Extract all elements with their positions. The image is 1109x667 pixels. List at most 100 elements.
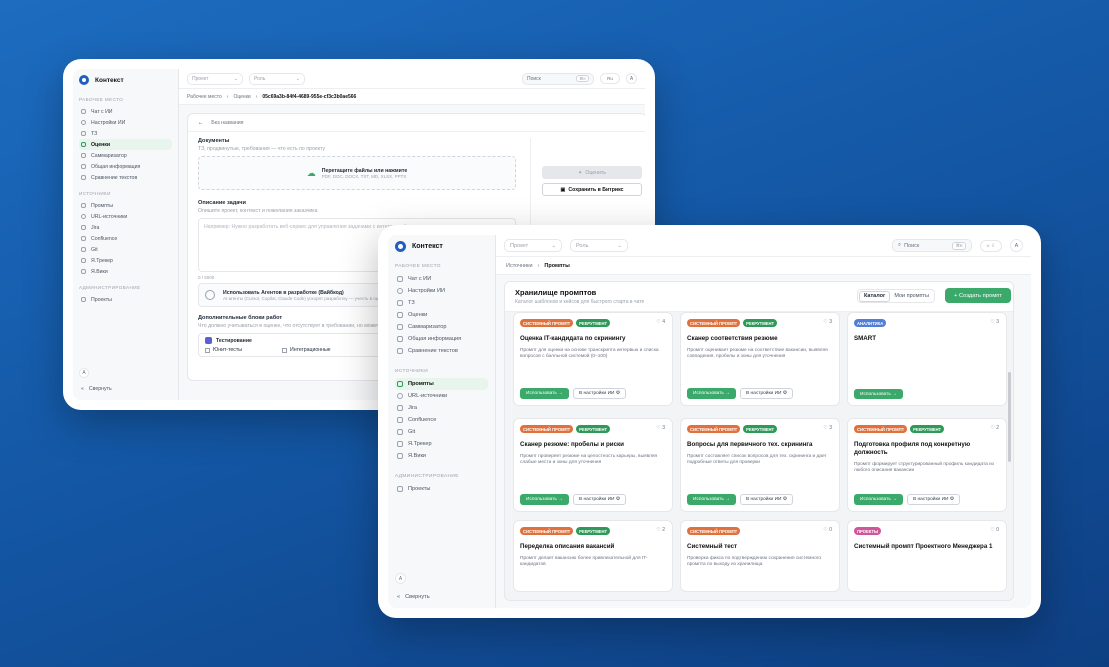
nav-jira[interactable]: Jira [79,222,172,233]
like-counter[interactable]: ♡ 2 [656,527,665,533]
nav-general[interactable]: Общая информация [395,333,488,345]
nav-chat[interactable]: Чат с ИИ [79,106,172,117]
theme-toggle[interactable]: ☼ ☾ [980,239,1002,252]
back-arrow-icon[interactable]: ← [198,120,203,126]
nav-chat[interactable]: Чат с ИИ [395,273,488,285]
tag-badge[interactable]: СИСТЕМНЫЙ ПРОМПТ [687,425,741,433]
to-ai-settings-button[interactable]: В настройки ИИ ⚙ [907,494,961,505]
like-counter[interactable]: ♡ 4 [656,319,665,325]
like-counter[interactable]: ♡ 3 [823,319,832,325]
nav-tracker[interactable]: Я.Трекер [79,255,172,266]
to-ai-settings-button[interactable]: В настройки ИИ ⚙ [573,494,627,505]
nav-url[interactable]: URL-источники [395,390,488,402]
tab-my-prompts[interactable]: Мои промпты [890,292,933,301]
nav-confluence[interactable]: Confluence [79,233,172,244]
prompt-card[interactable]: СИСТЕМНЫЙ ПРОМПТ РЕКРУТМЕНТ ♡ 2 Переделка о… [513,520,673,592]
to-ai-settings-button[interactable]: В настройки ИИ ⚙ [740,494,794,505]
project-select[interactable]: Проект ⌄ [504,239,562,252]
avatar-top[interactable]: А [626,73,637,84]
nav-git[interactable]: Git [79,244,172,255]
collapse-button[interactable]: « Свернуть [79,384,172,394]
tag-badge[interactable]: РЕКРУТМЕНТ [576,527,611,535]
nav-wiki[interactable]: Я.Вики [395,450,488,462]
nav-jira[interactable]: Jira [395,402,488,414]
avatar[interactable]: А [79,368,89,378]
like-counter[interactable]: ♡ 3 [823,425,832,431]
tag-badge[interactable]: СИСТЕМНЫЙ ПРОМПТ [687,319,741,327]
grid-scrollbar[interactable] [1008,372,1011,462]
tag-badge[interactable]: РЕКРУТМЕНТ [743,425,778,433]
prompt-card[interactable]: СИСТЕМНЫЙ ПРОМПТ ♡ 0 Системный тест Проверк… [680,520,840,592]
project-select[interactable]: Проект ⌄ [187,72,243,85]
nav-ai-settings[interactable]: Настройки ИИ [79,117,172,128]
search-input[interactable]: Поиск ⌘K [522,72,594,85]
tag-badge[interactable]: РЕКРУТМЕНТ [576,319,611,327]
tag-badge[interactable]: СИСТЕМНЫЙ ПРОМПТ [687,527,741,535]
prompt-card[interactable]: СИСТЕМНЫЙ ПРОМПТ РЕКРУТМЕНТ ♡ 2 Подготовка … [847,418,1007,512]
tag-badge[interactable]: ПРОЕКТЫ [854,527,882,535]
avatar-top[interactable]: А [1010,239,1023,252]
prompt-card[interactable]: СИСТЕМНЫЙ ПРОМПТ РЕКРУТМЕНТ ♡ 3 Вопросы для… [680,418,840,512]
role-select[interactable]: Роль ⌄ [249,72,305,85]
breadcrumb-section[interactable]: Оценки [233,94,250,100]
use-prompt-button[interactable]: Использовать → [520,388,569,399]
nav-eval[interactable]: Оценки [79,139,172,150]
nav-projects[interactable]: Проекты [79,294,172,305]
nav-url[interactable]: URL-источники [79,211,172,222]
nav-summary[interactable]: Саммаризатор [395,321,488,333]
breadcrumb-root[interactable]: Источники [506,263,533,269]
nav-tracker[interactable]: Я.Трекер [395,438,488,450]
unit-tests-checkbox[interactable]: Юнит-тесты [205,347,242,353]
breadcrumb-root[interactable]: Рабочее место [187,94,222,100]
use-prompt-button[interactable]: Использовать → [687,494,736,505]
integration-tests-checkbox[interactable]: Интеграционные [282,347,331,353]
nav-summary[interactable]: Саммаризатор [79,150,172,161]
nav-projects[interactable]: Проекты [395,483,488,495]
nav-confluence[interactable]: Confluence [395,414,488,426]
search-input[interactable]: ⌕ Поиск ⌘K [892,239,972,252]
like-counter[interactable]: ♡ 3 [656,425,665,431]
prompt-card[interactable]: СИСТЕМНЫЙ ПРОМПТ РЕКРУТМЕНТ ♡ 3 Сканер соот… [680,312,840,406]
evaluate-button[interactable]: ✦ Оценить [542,166,642,179]
nav-eval[interactable]: Оценки [395,309,488,321]
prompt-card[interactable]: АНАЛИТИКА ♡ 3 SMART Использовать → [847,312,1007,406]
prompt-card[interactable]: СИСТЕМНЫЙ ПРОМПТ РЕКРУТМЕНТ ♡ 3 Сканер резю… [513,418,673,512]
tag-badge[interactable]: СИСТЕМНЫЙ ПРОМПТ [854,425,908,433]
role-select[interactable]: Роль ⌄ [570,239,628,252]
to-ai-settings-button[interactable]: В настройки ИИ ⚙ [740,388,794,399]
tag-badge[interactable]: СИСТЕМНЫЙ ПРОМПТ [520,527,574,535]
tag-badge[interactable]: РЕКРУТМЕНТ [743,319,778,327]
like-counter[interactable]: ♡ 2 [990,425,999,431]
nav-prompts[interactable]: Промпты [395,378,488,390]
tab-catalog[interactable]: Каталог [859,290,891,302]
tag-badge[interactable]: АНАЛИТИКА [854,319,887,327]
tag-badge[interactable]: РЕКРУТМЕНТ [910,425,945,433]
lang-toggle[interactable]: Ru [600,73,620,84]
nav-wiki[interactable]: Я.Вики [79,266,172,277]
like-counter[interactable]: ♡ 3 [990,319,999,325]
prompt-card[interactable]: ПРОЕКТЫ ♡ 0 Системный промпт Проектного Ме… [847,520,1007,592]
create-prompt-button[interactable]: + Создать промпт [945,288,1011,303]
tag-badge[interactable]: РЕКРУТМЕНТ [576,425,611,433]
nav-ai-settings[interactable]: Настройки ИИ [395,285,488,297]
nav-general[interactable]: Общая информация [79,161,172,172]
like-counter[interactable]: ♡ 0 [990,527,999,533]
save-bitrix-button[interactable]: ▣ Сохранить в Битрикс [542,183,642,196]
nav-compare[interactable]: Сравнение текстов [79,172,172,183]
avatar[interactable]: А [395,573,406,584]
use-prompt-button[interactable]: Использовать → [854,494,903,505]
collapse-button[interactable]: « Свернуть [395,592,488,602]
nav-prompts[interactable]: Промпты [79,200,172,211]
to-ai-settings-button[interactable]: В настройки ИИ ⚙ [573,388,627,399]
nav-tz[interactable]: ТЗ [79,128,172,139]
like-counter[interactable]: ♡ 0 [823,527,832,533]
tag-badge[interactable]: СИСТЕМНЫЙ ПРОМПТ [520,425,574,433]
use-prompt-button[interactable]: Использовать → [687,388,736,399]
nav-tz[interactable]: ТЗ [395,297,488,309]
tag-badge[interactable]: СИСТЕМНЫЙ ПРОМПТ [520,319,574,327]
nav-git[interactable]: Git [395,426,488,438]
prompt-card[interactable]: СИСТЕМНЫЙ ПРОМПТ РЕКРУТМЕНТ ♡ 4 Оценка IT-к… [513,312,673,406]
nav-compare[interactable]: Сравнение текстов [395,345,488,357]
use-prompt-button[interactable]: Использовать → [854,389,903,399]
file-dropzone[interactable]: ☁ Перетащите файлы или нажмите PDF, DOC, … [198,156,516,190]
